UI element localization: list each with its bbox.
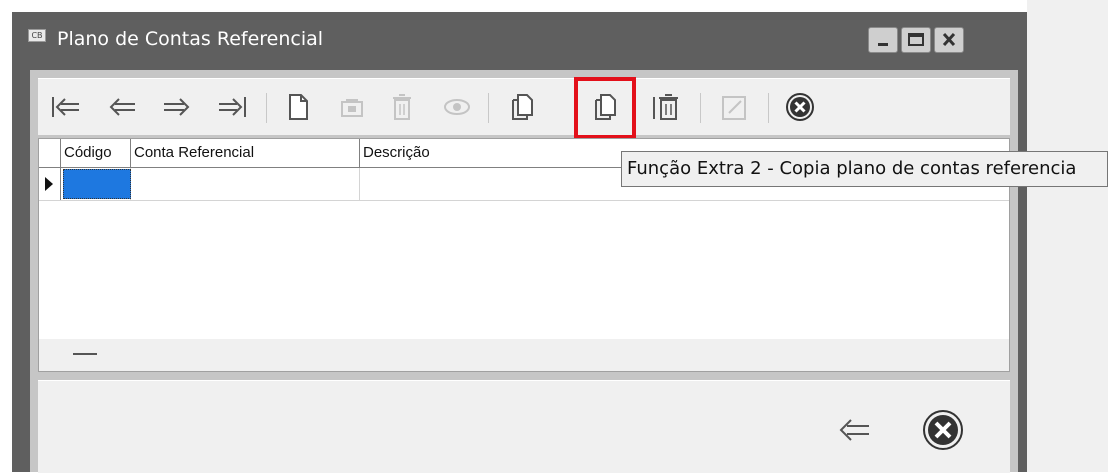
column-header-codigo[interactable]: Código [61, 139, 131, 167]
toolbar-separator [488, 93, 489, 123]
column-header-conta-referencial[interactable]: Conta Referencial [131, 139, 360, 167]
window-client-area: Código Conta Referencial Descrição [30, 70, 1018, 473]
selected-cell[interactable] [63, 169, 131, 199]
minimize-button[interactable] [868, 27, 898, 53]
app-icon-label: CB [31, 31, 43, 40]
confirm-button[interactable] [710, 79, 758, 135]
delete-all-button[interactable] [643, 79, 691, 135]
arrow-first-icon [52, 97, 79, 117]
toolbar [38, 77, 1010, 139]
arrow-right-icon [164, 98, 190, 116]
eye-icon [444, 99, 470, 115]
edit-record-button[interactable] [328, 79, 376, 135]
close-icon [942, 32, 956, 47]
footer-panel [38, 380, 1010, 473]
pencil-box-icon [722, 96, 746, 120]
exit-button[interactable] [918, 405, 968, 455]
footer-dash [73, 353, 97, 355]
minimize-icon [878, 43, 888, 46]
delete-record-button[interactable] [378, 79, 426, 135]
cell-conta-referencial[interactable] [131, 168, 360, 200]
document-icon [289, 94, 308, 120]
arrow-left-icon [109, 98, 135, 116]
view-record-button[interactable] [433, 79, 481, 135]
first-record-button[interactable] [42, 79, 90, 135]
app-icon: CB [28, 29, 46, 42]
edit-icon [341, 99, 363, 117]
grid-footer-bar [39, 339, 1009, 371]
next-record-button[interactable] [153, 79, 201, 135]
circle-x-icon [786, 93, 814, 121]
back-button[interactable] [828, 405, 878, 455]
close-button[interactable] [776, 79, 824, 135]
trash-icon [393, 94, 411, 120]
row-pointer-icon [45, 177, 53, 191]
last-record-button[interactable] [208, 79, 256, 135]
new-record-button[interactable] [274, 79, 322, 135]
toolbar-separator [768, 93, 769, 123]
toolbar-separator [700, 93, 701, 123]
main-window: CB Plano de Contas Referencial Código Co… [12, 12, 1027, 473]
maximize-icon [908, 33, 924, 46]
circle-x-icon [923, 410, 963, 450]
copy-document-icon [512, 94, 533, 120]
tooltip: Função Extra 2 - Copia plano de contas r… [621, 151, 1108, 187]
maximize-button[interactable] [901, 27, 931, 53]
window-title: Plano de Contas Referencial [57, 28, 324, 50]
extra-function-1-button[interactable] [498, 79, 546, 135]
arrow-first-icon [839, 419, 869, 441]
arrow-last-icon [219, 97, 246, 117]
header-corner [39, 139, 61, 167]
toolbar-separator [266, 93, 267, 123]
highlight-box [574, 77, 636, 139]
window-close-button[interactable] [934, 27, 964, 53]
row-indicator [39, 168, 61, 200]
previous-record-button[interactable] [98, 79, 146, 135]
desktop-background [1027, 0, 1108, 472]
trash-bars-icon [653, 94, 678, 120]
